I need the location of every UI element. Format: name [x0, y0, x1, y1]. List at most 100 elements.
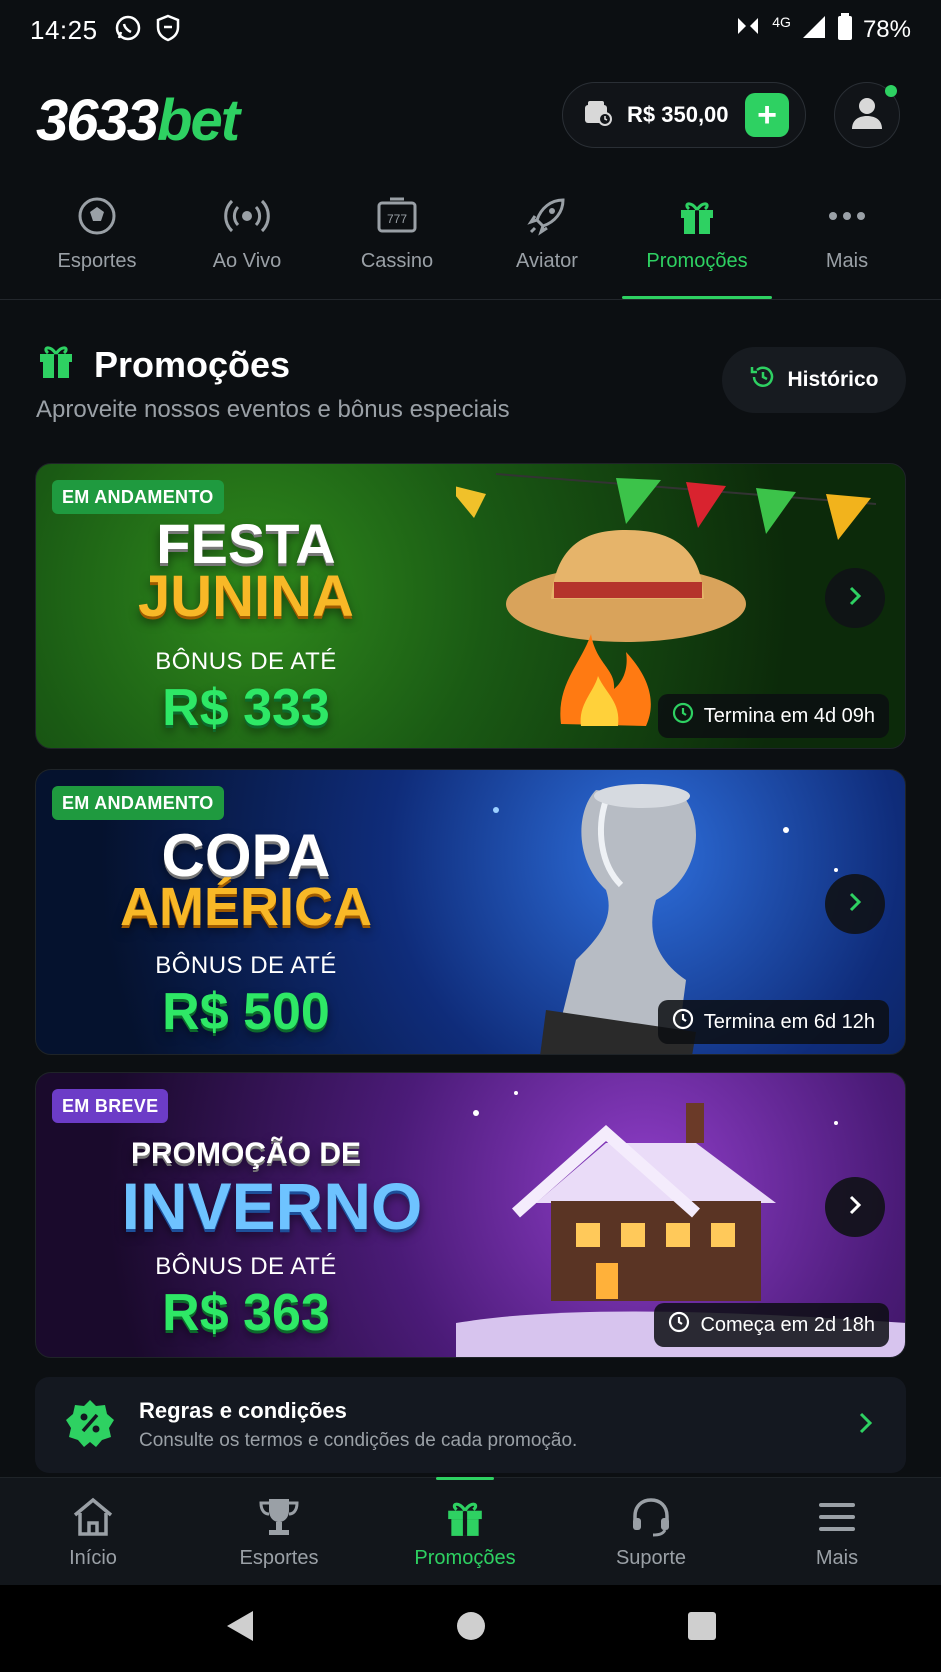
promo-title-line1: PROMOÇÃO DE [130, 1137, 361, 1170]
percent-badge-icon [65, 1398, 115, 1453]
shield-icon [156, 14, 180, 47]
clock-icon [672, 702, 694, 730]
top-nav: Esportes Ao Vivo 777 Cassino Aviator Pro… [0, 190, 941, 300]
wifi-calling-icon [734, 14, 762, 47]
status-badge: EM ANDAMENTO [52, 480, 224, 514]
tab-mais[interactable]: Mais [772, 190, 922, 299]
rocket-icon [527, 190, 567, 242]
promo-timer-text: Começa em 2d 18h [700, 1313, 875, 1336]
battery-icon [837, 12, 853, 48]
bottom-nav-label: Promoções [414, 1547, 516, 1569]
wallet-icon [583, 99, 613, 132]
more-dots-icon [827, 190, 867, 242]
online-indicator [885, 85, 897, 97]
balance-amount: R$ 350,00 [627, 102, 729, 127]
app-header: 3633bet R$ 350,00 + [0, 70, 941, 170]
clock-icon [668, 1311, 690, 1339]
page-title-text: Promoções [94, 343, 291, 385]
tab-label: Ao Vivo [212, 250, 282, 272]
promo-bonus-label: BÔNUS DE ATÉ [155, 952, 337, 979]
tab-aviator[interactable]: Aviator [472, 190, 622, 299]
gift-icon [36, 340, 76, 389]
history-button[interactable]: Histórico [722, 347, 906, 413]
promo-title-line2: INVERNO [121, 1169, 423, 1243]
promo-title-line2: JUNINA [138, 564, 354, 629]
tab-label: Cassino [360, 250, 434, 272]
bottom-nav-label: Suporte [615, 1547, 687, 1569]
bottom-nav-esportes[interactable]: Esportes [186, 1478, 372, 1585]
page-title: Promoções [36, 340, 290, 389]
bottom-nav-label: Mais [815, 1547, 859, 1569]
bottom-nav: Início Esportes Promoções Suporte Mais [0, 1477, 941, 1585]
slot-machine-icon: 777 [376, 190, 418, 242]
logo-number: 3633 [36, 87, 159, 153]
chevron-right-icon [845, 584, 865, 613]
status-time: 14:25 [30, 14, 98, 45]
promo-amount: R$ 363 [162, 1284, 330, 1342]
brand-logo[interactable]: 3633bet [36, 87, 240, 154]
bottom-nav-inicio[interactable]: Início [0, 1478, 186, 1585]
promo-timer-text: Termina em 6d 12h [703, 1010, 875, 1033]
tab-label: Esportes [57, 250, 137, 272]
rules-title: Regras e condições [139, 1398, 347, 1423]
promo-amount: R$ 500 [162, 983, 330, 1041]
menu-icon [817, 1493, 857, 1541]
trophy-icon [257, 1493, 301, 1541]
user-avatar-button[interactable] [834, 82, 900, 148]
history-icon [749, 363, 777, 397]
bottom-nav-promocoes[interactable]: Promoções [372, 1477, 558, 1585]
rules-conditions-card[interactable]: Regras e condições Consulte os termos e … [35, 1377, 906, 1473]
system-nav-bar [0, 1585, 941, 1672]
status-badge: EM BREVE [52, 1089, 169, 1123]
promo-banner-festa-junina[interactable]: EM ANDAMENTO FESTA JUNINA BÔNUS DE ATÉ R… [35, 463, 906, 749]
user-icon [850, 95, 884, 136]
promo-banner-inverno[interactable]: EM BREVE PROMOÇÃO DE INVERNO BÔNUS DE AT… [35, 1072, 906, 1358]
soccer-ball-icon [77, 190, 117, 242]
tab-cassino[interactable]: 777 Cassino [322, 190, 472, 299]
svg-text:777: 777 [387, 212, 407, 226]
back-icon[interactable] [225, 1609, 255, 1648]
gift-icon [444, 1493, 486, 1541]
recents-square-icon[interactable] [687, 1611, 717, 1646]
promo-timer-text: Termina em 4d 09h [703, 704, 875, 727]
tab-label: Mais [825, 250, 869, 272]
logo-suffix: bet [157, 87, 240, 153]
promo-open-button[interactable] [825, 874, 885, 934]
promo-timer: Termina em 4d 09h [657, 694, 889, 738]
home-icon [71, 1493, 115, 1541]
chevron-right-icon [856, 1410, 876, 1441]
promo-timer: Começa em 2d 18h [654, 1303, 889, 1347]
promo-bonus-label: BÔNUS DE ATÉ [155, 648, 337, 675]
status-badge: EM ANDAMENTO [52, 786, 224, 820]
promo-amount: R$ 333 [162, 679, 330, 737]
status-bar: 14:25 4G 78% [0, 0, 941, 60]
gift-icon [677, 190, 717, 242]
bottom-nav-label: Esportes [239, 1547, 319, 1569]
promo-title-line2: AMÉRICA [120, 877, 372, 937]
bottom-nav-label: Início [69, 1547, 117, 1569]
tab-label: Aviator [516, 250, 578, 272]
deposit-plus-button[interactable]: + [745, 93, 789, 137]
promo-bonus-label: BÔNUS DE ATÉ [155, 1253, 337, 1280]
promo-open-button[interactable] [825, 568, 885, 628]
bottom-nav-mais[interactable]: Mais [744, 1478, 930, 1585]
history-label: Histórico [787, 368, 879, 391]
headset-icon [629, 1493, 673, 1541]
bottom-nav-suporte[interactable]: Suporte [558, 1478, 744, 1585]
tab-promocoes[interactable]: Promoções [622, 190, 772, 299]
whatsapp-icon [114, 14, 142, 47]
chevron-right-icon [845, 890, 865, 919]
network-type: 4G [772, 14, 791, 30]
wallet-balance-button[interactable]: R$ 350,00 + [562, 82, 806, 148]
chevron-right-icon [845, 1193, 865, 1222]
promo-banner-copa-america[interactable]: EM ANDAMENTO COPA AMÉRICA BÔNUS DE ATÉ R… [35, 769, 906, 1055]
promo-open-button[interactable] [825, 1177, 885, 1237]
tab-esportes[interactable]: Esportes [22, 190, 172, 299]
rules-subtitle: Consulte os termos e condições de cada p… [139, 1430, 578, 1451]
home-circle-icon[interactable] [455, 1610, 487, 1647]
clock-icon [672, 1008, 694, 1036]
tab-ao-vivo[interactable]: Ao Vivo [172, 190, 322, 299]
live-broadcast-icon [224, 190, 270, 242]
tab-label: Promoções [646, 250, 748, 272]
promo-timer: Termina em 6d 12h [657, 1000, 889, 1044]
